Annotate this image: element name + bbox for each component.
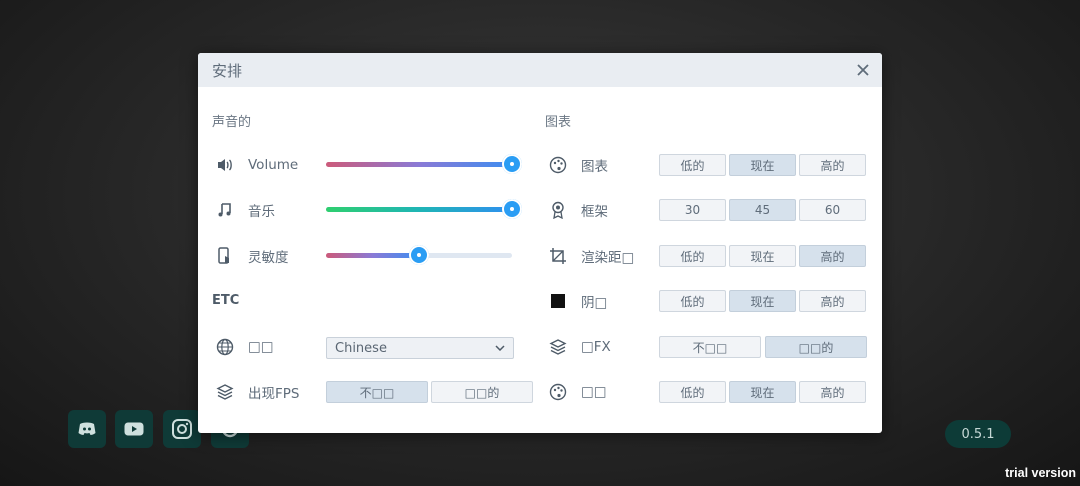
framerate-option-45[interactable]: 45: [729, 199, 796, 221]
sensitivity-label: 灵敏度: [248, 250, 289, 266]
extra-quality-label: □□: [581, 384, 607, 400]
render-distance-segment[interactable]: 低的 现在 高的: [659, 245, 866, 267]
framerate-row: 框架: [547, 196, 608, 224]
slider-thumb[interactable]: [409, 245, 429, 265]
discord-button[interactable]: [68, 410, 106, 448]
palette-icon: [547, 154, 569, 176]
dialog-header: 安排: [198, 53, 882, 87]
graphics-option-medium[interactable]: 现在: [729, 154, 796, 176]
music-note-icon: [214, 199, 236, 221]
shadow-label: 阴□: [581, 295, 608, 311]
fps-label: 出现FPS: [248, 386, 300, 402]
graphics-label: 图表: [581, 159, 608, 175]
globe-icon: [214, 336, 236, 358]
render-distance-option-low[interactable]: 低的: [659, 245, 726, 267]
shadow-option-low[interactable]: 低的: [659, 290, 726, 312]
fx-option-on[interactable]: □□的: [765, 336, 867, 358]
fps-option-on[interactable]: □□的: [431, 381, 533, 403]
fx-toggle[interactable]: 不□□ □□的: [659, 336, 867, 358]
square-icon: [547, 290, 569, 312]
shadow-row: 阴□: [547, 287, 607, 315]
shadow-option-high[interactable]: 高的: [799, 290, 866, 312]
fx-row: □FX: [547, 333, 611, 361]
fps-option-off[interactable]: 不□□: [326, 381, 428, 403]
discord-icon: [78, 422, 96, 435]
graphics-row: 图表: [547, 151, 608, 179]
volume-label: Volume: [248, 157, 299, 173]
extra-quality-option-high[interactable]: 高的: [799, 381, 866, 403]
framerate-label: 框架: [581, 204, 608, 220]
graphics-section-header: 图表: [545, 115, 572, 130]
speaker-icon: [214, 154, 236, 176]
language-label: □□: [248, 339, 274, 355]
youtube-button[interactable]: [115, 410, 153, 448]
phone-touch-icon: [214, 245, 236, 267]
render-distance-row: 渲染距□: [547, 242, 634, 270]
chevron-down-icon: [495, 345, 505, 351]
slider-fill: [326, 253, 419, 258]
version-badge: 0.5.1: [945, 420, 1011, 448]
instagram-button[interactable]: [163, 410, 201, 448]
slider-fill: [326, 207, 512, 212]
render-distance-option-medium[interactable]: 现在: [729, 245, 796, 267]
render-distance-label: 渲染距□: [581, 250, 635, 266]
sensitivity-row: 灵敏度: [214, 242, 289, 270]
extra-quality-segment[interactable]: 低的 现在 高的: [659, 381, 866, 403]
fps-toggle[interactable]: 不□□ □□的: [326, 381, 533, 403]
etc-section-header: ETC: [212, 293, 240, 308]
extra-quality-row: □□: [547, 378, 607, 406]
framerate-option-30[interactable]: 30: [659, 199, 726, 221]
language-select[interactable]: Chinese: [326, 337, 514, 359]
fps-row: 出现FPS: [214, 378, 299, 406]
framerate-segment[interactable]: 30 45 60: [659, 199, 866, 221]
volume-row: Volume: [214, 151, 298, 179]
extra-quality-option-low[interactable]: 低的: [659, 381, 726, 403]
trial-version-label: trial version: [1005, 466, 1076, 480]
language-row: □□: [214, 333, 274, 361]
music-row: 音乐: [214, 196, 275, 224]
close-button[interactable]: [854, 61, 872, 79]
settings-dialog: 安排 声音的 Volume 音乐 灵敏度 ETC □□ Chinese 出现FP…: [198, 53, 882, 433]
render-distance-option-high[interactable]: 高的: [799, 245, 866, 267]
instagram-icon: [172, 419, 192, 439]
award-icon: [547, 199, 569, 221]
fx-option-off[interactable]: 不□□: [659, 336, 761, 358]
shadow-option-medium[interactable]: 现在: [729, 290, 796, 312]
fx-label: □FX: [581, 339, 611, 355]
graphics-option-high[interactable]: 高的: [799, 154, 866, 176]
graphics-option-low[interactable]: 低的: [659, 154, 726, 176]
palette-icon: [547, 381, 569, 403]
extra-quality-option-medium[interactable]: 现在: [729, 381, 796, 403]
slider-thumb[interactable]: [502, 154, 522, 174]
graphics-quality-segment[interactable]: 低的 现在 高的: [659, 154, 866, 176]
slider-fill: [326, 162, 512, 167]
close-icon: [857, 64, 869, 76]
sensitivity-slider[interactable]: [326, 245, 512, 267]
slider-thumb[interactable]: [502, 199, 522, 219]
shadow-segment[interactable]: 低的 现在 高的: [659, 290, 866, 312]
sound-section-header: 声音的: [212, 115, 252, 130]
layers-icon: [547, 336, 569, 358]
crop-icon: [547, 245, 569, 267]
dialog-title: 安排: [212, 61, 243, 80]
framerate-option-60[interactable]: 60: [799, 199, 866, 221]
layers-icon: [214, 381, 236, 403]
music-label: 音乐: [248, 204, 275, 220]
music-slider[interactable]: [326, 199, 522, 221]
language-select-value: Chinese: [335, 340, 387, 356]
youtube-icon: [124, 422, 144, 436]
volume-slider[interactable]: [326, 154, 522, 176]
